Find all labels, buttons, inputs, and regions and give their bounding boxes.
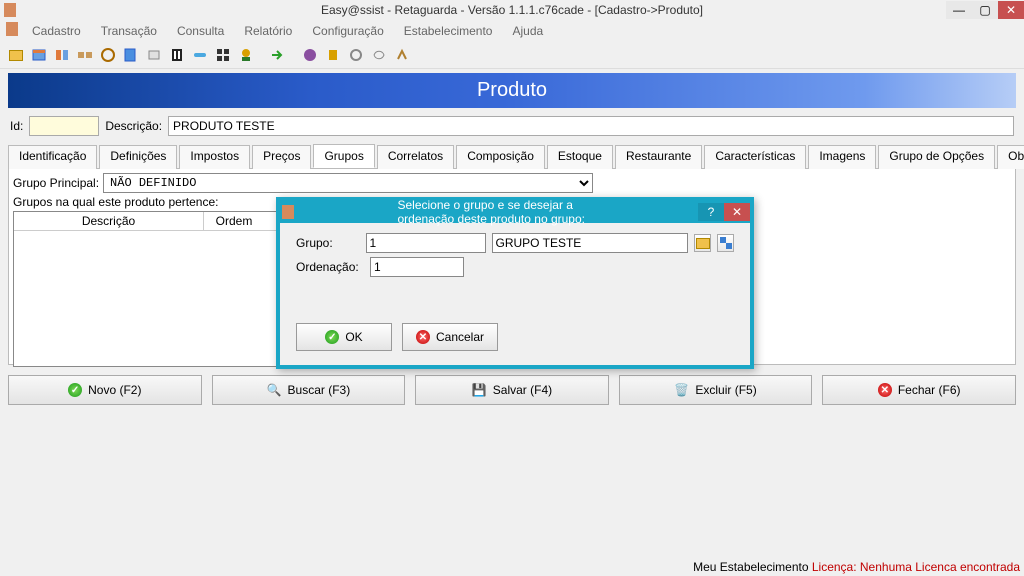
tabs-bar: Identificação Definições Impostos Preços… xyxy=(8,144,1016,169)
tab-correlatos[interactable]: Correlatos xyxy=(377,145,454,169)
toolbar-btn-arrow[interactable] xyxy=(268,45,288,65)
toolbar xyxy=(0,42,1024,69)
buscar-button[interactable]: 🔍 Buscar (F3) xyxy=(212,375,406,405)
menu-consulta[interactable]: Consulta xyxy=(171,22,230,40)
toolbar-btn-a[interactable] xyxy=(300,45,320,65)
window-title: Easy@ssist - Retaguarda - Versão 1.1.1.c… xyxy=(321,3,703,17)
grupo-modal-title: Selecione o grupo e se desejar a ordenaç… xyxy=(398,198,633,226)
window-minimize-button[interactable]: — xyxy=(946,1,972,19)
tab-definicoes[interactable]: Definições xyxy=(99,145,177,169)
tab-caracteristicas[interactable]: Características xyxy=(704,145,806,169)
tab-estoque[interactable]: Estoque xyxy=(547,145,613,169)
modal-ok-button[interactable]: ✓ OK xyxy=(296,323,392,351)
modal-help-button[interactable]: ? xyxy=(698,203,724,221)
add-icon xyxy=(720,237,732,249)
modal-cancel-label: Cancelar xyxy=(436,330,484,344)
modal-ordenacao-input[interactable] xyxy=(370,257,464,277)
app-icon xyxy=(4,3,16,17)
toolbar-btn-7[interactable] xyxy=(144,45,164,65)
col-descricao[interactable]: Descrição xyxy=(14,212,204,230)
tab-grupo-opcoes[interactable]: Grupo de Opções xyxy=(878,145,995,169)
menu-ajuda[interactable]: Ajuda xyxy=(506,22,549,40)
novo-button-label: Novo (F2) xyxy=(88,383,141,397)
descricao-input[interactable] xyxy=(168,116,1014,136)
toolbar-btn-b[interactable] xyxy=(323,45,343,65)
toolbar-btn-6[interactable] xyxy=(121,45,141,65)
grupo-modal: Selecione o grupo e se desejar a ordenaç… xyxy=(276,197,754,369)
excluir-button[interactable]: 🗑️ Excluir (F5) xyxy=(619,375,813,405)
grupo-modal-titlebar[interactable]: Selecione o grupo e se desejar a ordenaç… xyxy=(280,201,750,223)
status-bar: Meu Estabelecimento Licença: Nenhuma Lic… xyxy=(0,558,1024,576)
x-icon: ✕ xyxy=(416,330,430,344)
toolbar-btn-4[interactable] xyxy=(75,45,95,65)
modal-app-icon xyxy=(282,205,294,219)
save-icon: 💾 xyxy=(472,383,487,397)
toolbar-btn-e[interactable] xyxy=(392,45,412,65)
tab-grupos[interactable]: Grupos xyxy=(313,144,374,168)
window-maximize-button[interactable]: ▢ xyxy=(972,1,998,19)
fechar-button-label: Fechar (F6) xyxy=(898,383,961,397)
trash-icon: 🗑️ xyxy=(674,383,689,397)
modal-ok-label: OK xyxy=(345,330,362,344)
tab-restaurante[interactable]: Restaurante xyxy=(615,145,702,169)
check-icon: ✓ xyxy=(325,330,339,344)
id-label: Id: xyxy=(10,119,23,133)
folder-icon xyxy=(696,238,710,249)
novo-button[interactable]: ✓ Novo (F2) xyxy=(8,375,202,405)
tab-observacoes[interactable]: Observações (itens) xyxy=(997,145,1024,169)
modal-grupo-label: Grupo: xyxy=(296,236,360,250)
window-close-button[interactable]: ✕ xyxy=(998,1,1024,19)
id-input[interactable] xyxy=(29,116,99,136)
search-icon: 🔍 xyxy=(267,383,282,397)
window-titlebar: Easy@ssist - Retaguarda - Versão 1.1.1.c… xyxy=(0,0,1024,20)
tab-identificacao[interactable]: Identificação xyxy=(8,145,97,169)
excluir-button-label: Excluir (F5) xyxy=(695,383,756,397)
toolbar-btn-8[interactable] xyxy=(167,45,187,65)
fechar-button[interactable]: ✕ Fechar (F6) xyxy=(822,375,1016,405)
modal-grupo-code-input[interactable] xyxy=(366,233,486,253)
menu-transacao[interactable]: Transação xyxy=(95,22,163,40)
menu-relatorio[interactable]: Relatório xyxy=(238,22,298,40)
buscar-button-label: Buscar (F3) xyxy=(288,383,351,397)
menu-cadastro[interactable]: Cadastro xyxy=(26,22,87,40)
modal-lookup-button[interactable] xyxy=(694,234,711,252)
col-ordem[interactable]: Ordem xyxy=(204,212,264,230)
plus-icon: ✓ xyxy=(68,383,82,397)
footer-buttons: ✓ Novo (F2) 🔍 Buscar (F3) 💾 Salvar (F4) … xyxy=(0,365,1024,411)
tab-precos[interactable]: Preços xyxy=(252,145,311,169)
grupo-principal-select[interactable]: NÃO DEFINIDO xyxy=(103,173,593,193)
descricao-label: Descrição: xyxy=(105,119,162,133)
toolbar-btn-2[interactable] xyxy=(29,45,49,65)
toolbar-btn-9[interactable] xyxy=(190,45,210,65)
toolbar-btn-3[interactable] xyxy=(52,45,72,65)
modal-cancel-button[interactable]: ✕ Cancelar xyxy=(402,323,498,351)
menu-configuracao[interactable]: Configuração xyxy=(306,22,389,40)
grupo-principal-label: Grupo Principal: xyxy=(13,176,99,190)
toolbar-btn-d[interactable] xyxy=(369,45,389,65)
toolbar-btn-1[interactable] xyxy=(6,45,26,65)
modal-ordenacao-label: Ordenação: xyxy=(296,260,364,274)
status-estabelecimento: Meu Estabelecimento xyxy=(693,560,812,574)
modal-close-button[interactable]: ✕ xyxy=(724,203,750,221)
status-licenca: Licença: Nenhuma Licenca encontrada xyxy=(812,560,1020,574)
modal-grupo-name-input[interactable] xyxy=(492,233,689,253)
close-icon: ✕ xyxy=(878,383,892,397)
tab-composicao[interactable]: Composição xyxy=(456,145,545,169)
toolbar-btn-10[interactable] xyxy=(213,45,233,65)
salvar-button[interactable]: 💾 Salvar (F4) xyxy=(415,375,609,405)
menu-bar: Cadastro Transação Consulta Relatório Co… xyxy=(0,20,1024,42)
tab-impostos[interactable]: Impostos xyxy=(179,145,250,169)
toolbar-btn-11[interactable] xyxy=(236,45,256,65)
tab-imagens[interactable]: Imagens xyxy=(808,145,876,169)
app-menu-icon xyxy=(6,22,18,36)
page-title: Produto xyxy=(8,73,1016,108)
menu-estabelecimento[interactable]: Estabelecimento xyxy=(398,22,499,40)
toolbar-btn-c[interactable] xyxy=(346,45,366,65)
modal-add-button[interactable] xyxy=(717,234,734,252)
toolbar-btn-5[interactable] xyxy=(98,45,118,65)
salvar-button-label: Salvar (F4) xyxy=(493,383,552,397)
